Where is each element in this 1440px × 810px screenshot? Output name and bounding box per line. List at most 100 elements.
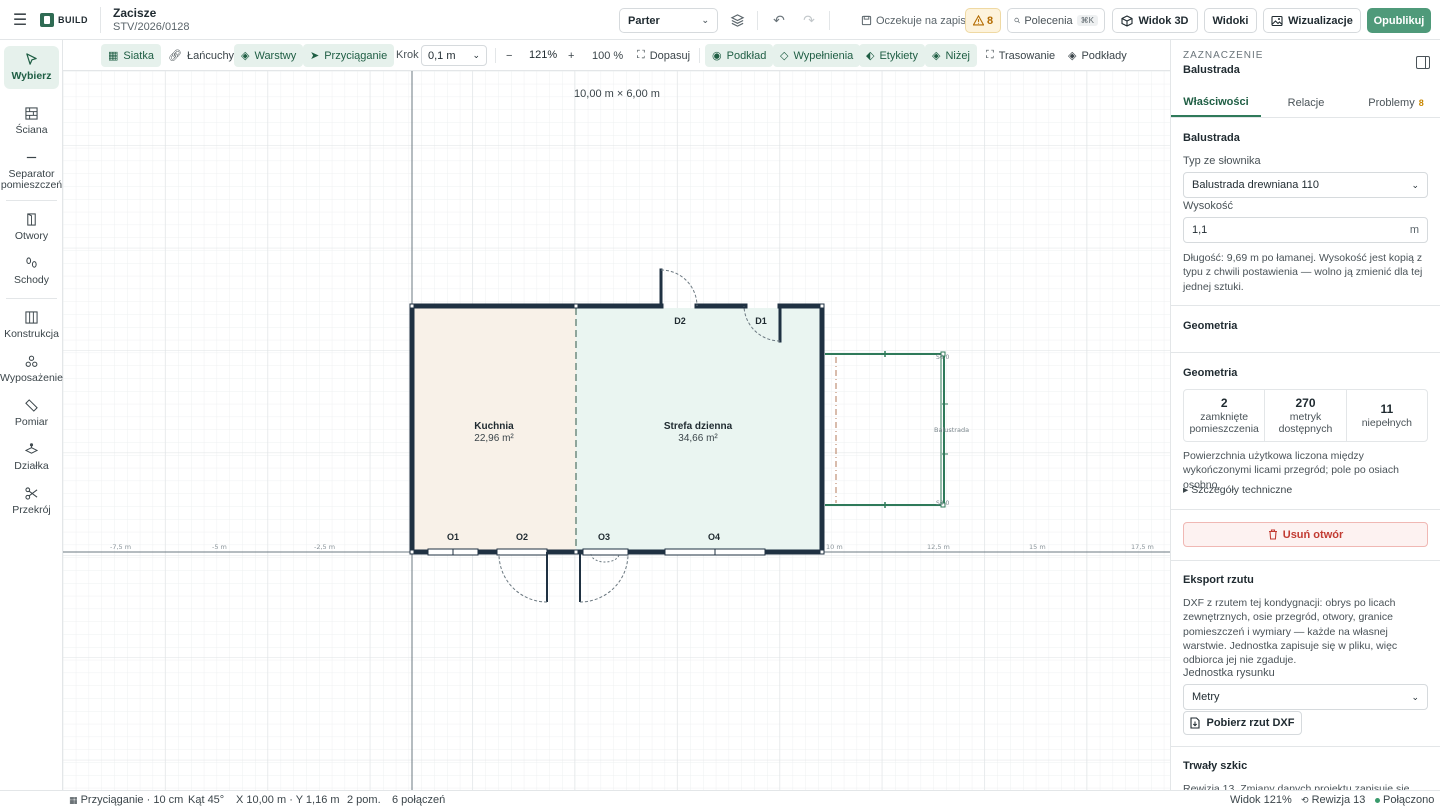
layers-stack-button[interactable]	[724, 8, 750, 33]
collapse-panel-icon[interactable]	[1416, 56, 1430, 69]
plan-drawing[interactable]: -7,5 m -5 m -2,5 m 10 m 12,5 m 15 m 17,5…	[63, 71, 1170, 790]
chevron-right-icon: ▸	[1183, 484, 1192, 496]
tool-furniture[interactable]: Wyposażenie	[0, 352, 63, 386]
node[interactable]	[573, 303, 579, 309]
tab-label: Relacje	[1287, 96, 1325, 109]
redo-button[interactable]: ↷	[796, 8, 822, 33]
node[interactable]	[819, 549, 825, 555]
visualizations-label: Wizualizacje	[1288, 14, 1353, 27]
view-3d-button[interactable]: Widok 3D	[1112, 8, 1198, 33]
underlay-toggle[interactable]: ◉ Podkład	[705, 44, 774, 67]
tool-label: Schody	[13, 273, 50, 286]
node[interactable]	[573, 549, 579, 555]
command-palette-button[interactable]: Polecenia ⌘K	[1007, 8, 1105, 33]
tool-plot[interactable]: Działka	[4, 440, 59, 474]
inspector-panel: ZAZNACZENIE Balustrada Właściwości Relac…	[1170, 40, 1440, 790]
status-snap[interactable]: ▦ Przyciąganie · 10 cm	[69, 794, 183, 806]
zoom-out-button[interactable]: −	[502, 44, 516, 67]
chains-label: Łańcuchy	[186, 49, 235, 62]
app-logo[interactable]: BUILD	[40, 12, 88, 27]
node[interactable]	[819, 303, 825, 309]
room-name[interactable]: Strefa dzienna	[664, 421, 733, 432]
tool-openings[interactable]: Otwory	[4, 210, 59, 244]
fills-toggle[interactable]: ◇ Wypełnienia	[773, 44, 861, 67]
download-dxf-button[interactable]: Pobierz rzut DXF	[1183, 711, 1302, 735]
underlays-button[interactable]: ◈ Podkłady	[1061, 44, 1134, 67]
undo-button[interactable]: ↶	[766, 8, 792, 33]
opening-label[interactable]: D2	[674, 316, 686, 326]
plan-canvas[interactable]: -7,5 m -5 m -2,5 m 10 m 12,5 m 15 m 17,5…	[63, 71, 1170, 790]
tool-measure[interactable]: Pomiar	[4, 396, 59, 430]
balustrade-label: Balustrada	[934, 426, 969, 434]
tool-section[interactable]: Przekrój	[4, 484, 59, 518]
tracing-toggle[interactable]: ⛶ Trasowanie	[979, 44, 1062, 67]
opening-label[interactable]: O4	[708, 532, 720, 542]
fit-button[interactable]: ⛶ Dopasuj	[630, 44, 697, 67]
axis-tick: -2,5 m	[314, 543, 335, 551]
divider	[757, 11, 758, 30]
tool-structure[interactable]: Konstrukcja	[4, 308, 59, 342]
node[interactable]	[409, 303, 415, 309]
delete-opening-button[interactable]: Usuń otwór	[1183, 522, 1428, 547]
section-title: Geometria	[1183, 367, 1238, 379]
opening-label[interactable]: O1	[447, 532, 459, 542]
zoom-value: 121%	[529, 49, 558, 61]
views-button[interactable]: Widoki	[1204, 8, 1257, 33]
room-name[interactable]: Kuchnia	[474, 421, 514, 432]
tool-label: Konstrukcja	[4, 327, 59, 340]
height-input[interactable]: 1,1 m	[1183, 217, 1428, 243]
technical-details-toggle[interactable]: ▸ Szczegóły techniczne	[1183, 484, 1292, 496]
opening-label[interactable]: O2	[516, 532, 528, 542]
grid-toggle[interactable]: ▦ Siatka	[101, 44, 161, 67]
snap-label: Przyciąganie	[324, 49, 388, 62]
step-select[interactable]: 0,1 m ⌄	[421, 45, 487, 66]
save-state-text: Oczekuje na zapis	[876, 14, 966, 27]
labels-toggle[interactable]: ⬖ Etykiety	[859, 44, 925, 67]
project-info: Zacisze STV/2026/0128	[113, 6, 189, 34]
warnings-button[interactable]: 8	[965, 8, 1001, 33]
window[interactable]	[582, 548, 629, 556]
zoom-reset-button[interactable]: 100 %	[585, 44, 630, 67]
menu-icon[interactable]: ☰	[0, 0, 40, 40]
divider	[6, 200, 57, 201]
canvas-toolbar: ▦ Siatka 🔗︎ Łańcuchy ◈ Warstwy ➤ Przycią…	[63, 40, 1170, 71]
snap-toggle[interactable]: ➤ Przyciąganie	[303, 44, 395, 67]
axis-tick: 17,5 m	[1131, 543, 1154, 551]
door-icon	[25, 212, 38, 227]
type-select[interactable]: Balustrada drewniana 110 ⌄	[1183, 172, 1428, 198]
chains-toggle[interactable]: 🔗︎ Łańcuchy	[161, 44, 241, 67]
fill-icon: ◇	[780, 50, 789, 62]
tool-wall[interactable]: Ściana	[4, 104, 59, 138]
tab-relations[interactable]: Relacje	[1261, 88, 1351, 117]
layers-toggle[interactable]: ◈ Warstwy	[234, 44, 304, 67]
lower-toggle[interactable]: ◈ Niżej	[925, 44, 977, 67]
tool-room-separator[interactable]: Separator pomieszczeń	[1, 150, 62, 192]
publish-button[interactable]: Opublikuj	[1367, 8, 1431, 33]
balustrade-mark: S0.0	[936, 354, 950, 361]
tool-select[interactable]: Wybierz	[4, 46, 59, 89]
download-label: Pobierz rzut DXF	[1206, 717, 1295, 729]
visualizations-button[interactable]: Wizualizacje	[1263, 8, 1361, 33]
divider	[100, 6, 101, 33]
status-revision[interactable]: ⟲ Rewizja 13	[1301, 794, 1365, 806]
lower-label: Niżej	[945, 49, 970, 62]
inspector-tabs: Właściwości Relacje Problemy 8	[1171, 88, 1440, 118]
tool-stairs[interactable]: Schody	[4, 254, 59, 288]
grid-icon: ▦	[69, 795, 78, 805]
image-icon	[1271, 15, 1283, 26]
opening-label[interactable]: D1	[755, 316, 767, 326]
tab-problems[interactable]: Problemy 8	[1351, 88, 1440, 117]
unit-select[interactable]: Metry ⌄	[1183, 684, 1428, 710]
window[interactable]	[496, 548, 548, 556]
geometry-collapsed-section[interactable]: Geometria	[1171, 306, 1440, 353]
trace-icon: ⛶	[986, 49, 994, 61]
top-bar: ☰ BUILD Zacisze STV/2026/0128 Parter ⌄ ↶…	[0, 0, 1440, 40]
room-area: 22,96 m²	[474, 433, 514, 444]
node[interactable]	[409, 549, 415, 555]
views-label: Widoki	[1212, 14, 1249, 27]
zoom-reset-label: 100 %	[592, 49, 624, 62]
level-select[interactable]: Parter ⌄	[619, 8, 718, 33]
zoom-in-button[interactable]: +	[564, 44, 578, 67]
tab-properties[interactable]: Właściwości	[1171, 88, 1261, 117]
opening-label[interactable]: O3	[598, 532, 610, 542]
